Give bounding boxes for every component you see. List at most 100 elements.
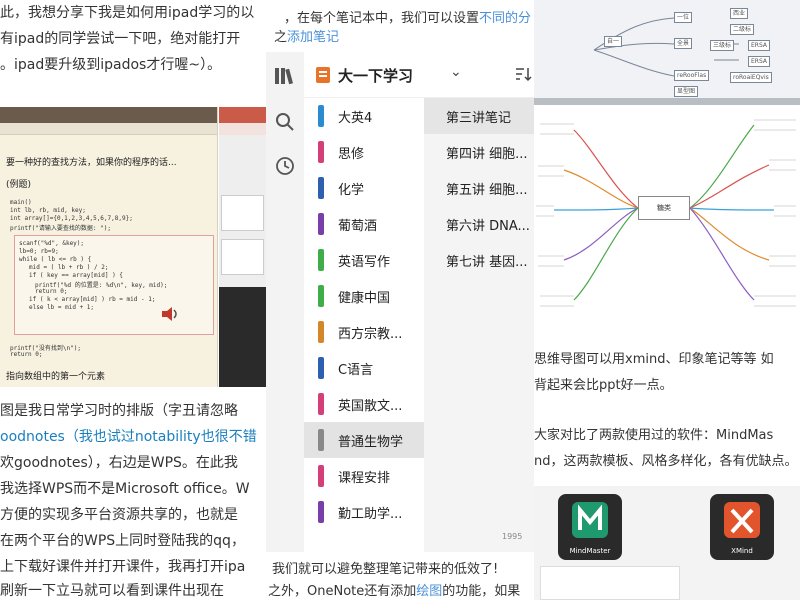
text: 的功能，如果 — [442, 584, 521, 599]
section-color-tab — [318, 105, 324, 127]
right-article: 西业 一位 二级标 自一 全景 三级标 ERSA ERSA reRooFlas … — [534, 0, 800, 600]
notebook-header[interactable]: 大一下学习 ⌄ — [304, 52, 534, 98]
text: 之 — [274, 30, 288, 45]
notebook-title[interactable]: 大一下学习 — [338, 65, 413, 86]
text-link[interactable]: 绘图 — [416, 584, 442, 599]
goodnotes-topbar — [0, 107, 217, 123]
section-color-tab — [318, 465, 324, 487]
code-line: while ( lb <= rb ) { — [19, 256, 92, 263]
speaker-icon[interactable] — [160, 305, 180, 323]
section-label: 葡萄酒 — [338, 219, 378, 234]
mindmaster-logo: MindMaster — [558, 494, 622, 560]
app-name: XMind — [731, 547, 753, 555]
text-link[interactable]: 不同的分 — [479, 11, 531, 26]
page-label: 第五讲 细胞... — [446, 183, 528, 198]
mindmap-node: 三级标 — [710, 40, 735, 51]
page-item-selected[interactable]: 第三讲笔记 — [424, 98, 534, 134]
section-item[interactable]: 英语写作 — [304, 242, 424, 278]
article-line: ，在每个笔记本中，我们可以设置不同的分 — [284, 7, 531, 26]
mindmap-node: 西业 — [730, 8, 749, 19]
recent-icon[interactable] — [273, 154, 297, 178]
slide-thumbnail[interactable] — [221, 239, 264, 275]
text: 之外，OneNote还有添加 — [268, 584, 417, 599]
mindmap-node: 二级标 — [730, 24, 755, 35]
article-line: 方便的实现多平台资源共享的，也就是 — [0, 507, 238, 523]
article-line: 刷新一下立马就可以看到课件出现在 — [0, 583, 224, 599]
section-label: 健康中国 — [338, 291, 391, 306]
notebooks-icon[interactable] — [273, 64, 297, 88]
section-label: 勤工助学... — [338, 507, 403, 522]
mindmap-node: 显型图 — [674, 86, 699, 97]
article-line: 背起来会比ppt好一点。 — [534, 378, 673, 393]
code-line: int array[]={0,1,2,3,4,5,6,7,8,9}; — [10, 215, 133, 222]
section-list: 大英4 思修 化学 葡萄酒 英语写作 健康中国 西方宗教... C语言 英国散文… — [304, 98, 424, 552]
bottom-text-strip: 我们就可以避免整理笔记带来的低效了! 之外，OneNote还有添加绘图的功能，如… — [266, 552, 534, 600]
chevron-down-icon[interactable]: ⌄ — [450, 64, 462, 80]
section-item[interactable]: 葡萄酒 — [304, 206, 424, 242]
slide-thumbnail[interactable] — [221, 195, 264, 231]
article-line: 之外，OneNote还有添加绘图的功能，如果 — [268, 580, 520, 599]
wps-topbar — [219, 107, 266, 123]
page-label: 第六讲 DNA... — [446, 219, 530, 234]
page-item[interactable]: 第五讲 细胞... — [424, 170, 534, 206]
code-line: printf("请输入要查找的数据: "); — [10, 225, 111, 232]
xmind-logo: XMind — [710, 494, 774, 560]
article-line: 有ipad的同学尝试一下吧，绝对能打开 — [0, 31, 241, 47]
app-logos-screenshot: MindMaster XMind — [534, 486, 800, 600]
mindmap-node: 一位 — [674, 12, 693, 23]
section-label: 课程安排 — [338, 471, 391, 486]
page-item[interactable]: 第四讲 细胞... — [424, 134, 534, 170]
article-line: 我选择WPS而不是Microsoft office。W — [0, 481, 250, 497]
article-line: 上下载好课件并打开课件，我再打开ipa — [0, 559, 246, 575]
code-line: return 0; — [35, 288, 68, 295]
mindmaster-icon — [572, 502, 608, 538]
handwritten-note: (例题) — [6, 180, 32, 190]
code-line: return 0; — [10, 351, 43, 358]
section-item[interactable]: C语言 — [304, 350, 424, 386]
page-label: 第七讲 基因... — [446, 255, 528, 270]
article-line: 大家对比了两款使用过的软件：MindMas — [534, 428, 774, 443]
mindmap-central-node: 糖类 — [638, 196, 690, 220]
goodnotes-toolbar — [0, 123, 217, 135]
watermark-text: 1995 — [502, 532, 523, 541]
image-bottom-bar — [534, 98, 800, 105]
section-item[interactable]: 勤工助学... — [304, 494, 424, 530]
code-line: if ( k < array[mid] ) rb = mid - 1; — [29, 296, 156, 303]
page-label: 第三讲笔记 — [446, 111, 512, 126]
section-item[interactable]: 思修 — [304, 134, 424, 170]
section-item[interactable]: 化学 — [304, 170, 424, 206]
code-line: if ( key == array[mid] ) { — [29, 272, 123, 279]
text-link[interactable]: 添加笔记 — [287, 30, 339, 45]
section-item[interactable]: 英国散文... — [304, 386, 424, 422]
section-label: 大英4 — [338, 111, 373, 126]
notebook-icon — [316, 67, 330, 83]
section-color-tab — [318, 429, 324, 451]
mindmap-node: 全景 — [674, 38, 693, 49]
section-label: 西方宗教... — [338, 327, 403, 342]
nav-rail — [266, 52, 304, 552]
code-line: lb=0; rb=9; — [19, 248, 59, 255]
wps-screenshot — [219, 107, 266, 387]
page-item[interactable]: 第六讲 DNA... — [424, 206, 534, 242]
section-item-selected[interactable]: 普通生物学 — [304, 422, 424, 458]
section-item[interactable]: 大英4 — [304, 98, 424, 134]
section-color-tab — [318, 177, 324, 199]
search-icon[interactable] — [273, 110, 297, 134]
section-color-tab — [318, 213, 324, 235]
section-item[interactable]: 西方宗教... — [304, 314, 424, 350]
watermark: 1995 — [502, 532, 522, 541]
sort-icon[interactable] — [514, 66, 532, 82]
article-line: 思维导图可以用xmind、印象笔记等等 如 — [534, 352, 774, 367]
handwritten-note: 要一种好的查找方法，如果你的程序的话... — [6, 158, 177, 168]
section-item[interactable]: 课程安排 — [304, 458, 424, 494]
code-line: else lb = mid + 1; — [29, 304, 95, 311]
code-line: mid = ( lb + rb ) / 2; — [29, 264, 109, 271]
goodnotes-screenshot: 要一种好的查找方法，如果你的程序的话... (例题) main() int lb… — [0, 107, 218, 387]
page-list: 第三讲笔记 第四讲 细胞... 第五讲 细胞... 第六讲 DNA... 第七讲… — [424, 98, 534, 552]
section-label: 英国散文... — [338, 399, 403, 414]
mindmap-node: roRoaiEQvis — [730, 72, 772, 83]
page-item[interactable]: 第七讲 基因... — [424, 242, 534, 278]
mindmap-screenshot-top: 西业 一位 二级标 自一 全景 三级标 ERSA ERSA reRooFlas … — [534, 0, 800, 105]
section-item[interactable]: 健康中国 — [304, 278, 424, 314]
article-line: 之添加笔记 — [274, 26, 339, 45]
